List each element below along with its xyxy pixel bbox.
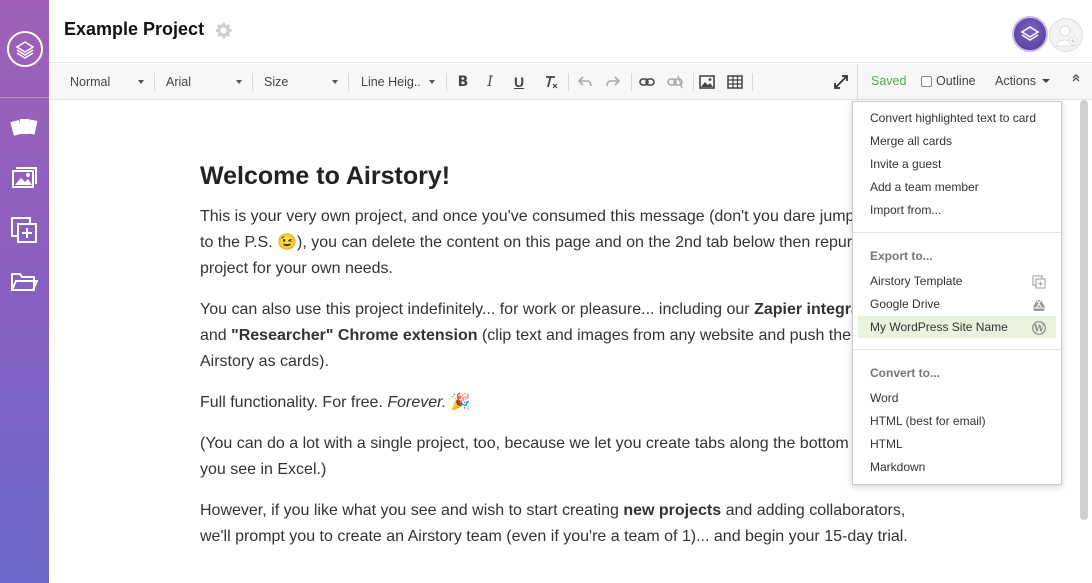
divider [446, 73, 447, 91]
airstory-logo-icon[interactable] [6, 30, 43, 67]
italic-icon[interactable]: I [480, 72, 500, 92]
menu-item-import-from[interactable]: Import from... [870, 200, 941, 220]
export-heading: Export to... [870, 249, 933, 263]
menu-divider [853, 349, 1061, 350]
paragraph-text: This is your very own project, and once … [200, 208, 917, 277]
images-icon[interactable] [9, 163, 39, 193]
actions-menu: Convert highlighted text to card Merge a… [852, 101, 1062, 485]
menu-item-convert-to-card[interactable]: Convert highlighted text to card [870, 108, 1036, 128]
menu-item-invite-guest[interactable]: Invite a guest [870, 154, 941, 174]
menu-item-add-team-member[interactable]: Add a team member [870, 177, 979, 197]
google-drive-icon [1031, 297, 1047, 313]
chevron-down-icon [429, 80, 435, 84]
paragraph[interactable]: (You can do a lot with a single project,… [200, 431, 920, 483]
cards-icon[interactable] [9, 112, 39, 142]
divider [252, 73, 253, 91]
actions-label: Actions [995, 74, 1036, 88]
sidebar [0, 0, 49, 583]
line-height-select[interactable]: Line Heig.. [361, 64, 441, 100]
project-title[interactable]: Example Project [64, 19, 204, 40]
paragraph-text: 🎉 [446, 394, 471, 411]
paragraph[interactable]: This is your very own project, and once … [200, 204, 920, 282]
editor-toolbar: Normal Arial Size Line Heig.. B I U Save… [49, 64, 1092, 100]
menu-item-convert-html-email[interactable]: HTML (best for email) [870, 411, 986, 431]
divider [752, 73, 753, 91]
team-avatar[interactable] [1012, 16, 1048, 52]
paragraph-text: and [200, 327, 232, 344]
fullscreen-icon[interactable] [831, 72, 851, 92]
menu-item-convert-html[interactable]: HTML [870, 434, 903, 454]
undo-icon[interactable] [575, 72, 595, 92]
chevron-down-icon [236, 80, 242, 84]
paragraph-text: (You can do a lot with a single project,… [200, 435, 916, 478]
divider [857, 64, 858, 100]
logo-area [0, 0, 49, 98]
font-select-value: Arial [166, 75, 192, 89]
add-user-icon[interactable] [1049, 18, 1083, 52]
underline-icon[interactable]: U [509, 72, 529, 92]
convert-heading: Convert to... [870, 366, 941, 380]
folder-icon[interactable] [9, 267, 39, 297]
document-body[interactable]: Welcome to Airstory! This is your very o… [200, 160, 920, 565]
divider [348, 73, 349, 91]
table-icon[interactable] [725, 72, 745, 92]
collapse-toolbar-icon[interactable] [1071, 72, 1081, 86]
line-height-select-value: Line Heig.. [361, 75, 421, 89]
divider [568, 73, 569, 91]
bold-text: "Researcher" Chrome extension [231, 327, 478, 344]
menu-item-export-google-drive[interactable]: Google Drive [870, 294, 940, 314]
paragraph[interactable]: You can also use this project indefinite… [200, 297, 920, 375]
gear-icon[interactable] [213, 20, 234, 46]
menu-item-merge-cards[interactable]: Merge all cards [870, 131, 952, 151]
redo-icon[interactable] [603, 72, 623, 92]
copy-template-icon [1031, 274, 1047, 290]
style-select-value: Normal [70, 75, 111, 89]
header: Example Project [49, 0, 1092, 63]
outline-checkbox[interactable] [921, 75, 932, 87]
menu-item-export-airstory-template[interactable]: Airstory Template [870, 271, 962, 291]
font-select[interactable]: Arial [166, 64, 248, 100]
chevron-down-icon [1042, 79, 1050, 83]
divider [631, 73, 632, 91]
menu-divider [853, 232, 1061, 233]
divider [154, 73, 155, 91]
menu-item-convert-word[interactable]: Word [870, 388, 898, 408]
menu-item-convert-markdown[interactable]: Markdown [870, 457, 925, 477]
style-select[interactable]: Normal [70, 64, 150, 100]
svg-text:W: W [1033, 324, 1045, 334]
saved-status: Saved [871, 74, 907, 88]
chevron-down-icon [138, 80, 144, 84]
paragraph-text: Full functionality. For free. [200, 394, 388, 411]
wordpress-icon: W [1031, 320, 1047, 336]
paragraph-text: You can also use this project indefinite… [200, 301, 755, 318]
outline-label: Outline [936, 74, 976, 88]
clear-format-icon[interactable] [541, 72, 561, 92]
chevron-down-icon [332, 80, 338, 84]
document-heading[interactable]: Welcome to Airstory! [200, 160, 920, 192]
bold-text: new projects [623, 502, 722, 519]
bold-icon[interactable]: B [453, 72, 473, 92]
outline-toggle[interactable]: Outline [921, 74, 976, 88]
paragraph[interactable]: However, if you like what you see and wi… [200, 498, 920, 550]
paragraph-text: However, if you like what you see and wi… [200, 502, 624, 519]
image-icon[interactable] [697, 72, 717, 92]
new-project-icon[interactable] [9, 215, 39, 245]
size-select[interactable]: Size [264, 64, 344, 100]
actions-button[interactable]: Actions [995, 74, 1050, 88]
size-select-value: Size [264, 75, 289, 89]
scrollbar[interactable] [1080, 100, 1088, 520]
divider [693, 73, 694, 91]
italic-text: Forever. [387, 394, 447, 411]
menu-item-export-wordpress[interactable]: My WordPress Site Name [870, 317, 1008, 337]
link-icon[interactable] [637, 72, 657, 92]
paragraph[interactable]: Full functionality. For free. Forever. 🎉 [200, 390, 920, 416]
unlink-icon[interactable] [665, 72, 685, 92]
